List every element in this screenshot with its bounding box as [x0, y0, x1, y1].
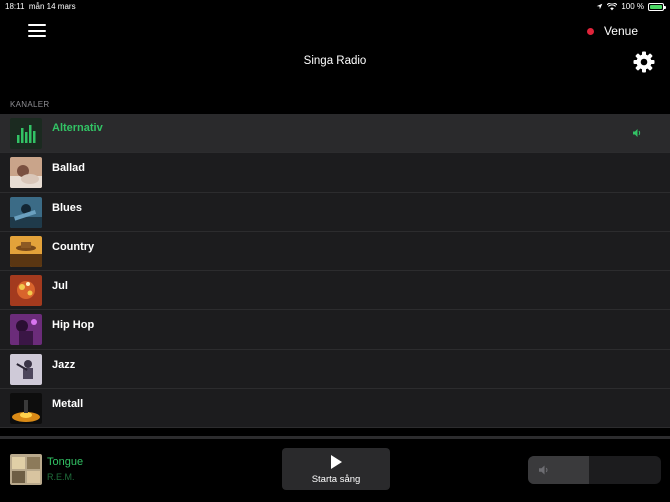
volume-icon [539, 465, 548, 475]
channel-row-metall[interactable]: Metall [0, 389, 670, 429]
venue-selector[interactable]: Venue [586, 24, 638, 38]
player-divider [0, 436, 670, 439]
channel-label: Ballad [52, 162, 86, 175]
channel-label: Jul [52, 280, 68, 293]
channel-thumbnail [10, 235, 42, 267]
menu-button[interactable] [28, 24, 46, 37]
channel-thumbnail [10, 118, 42, 149]
channel-thumbnail [10, 314, 42, 346]
location-icon [597, 3, 603, 10]
channel-list: Alternativ Ballad Blues Country Jul Hip … [0, 114, 670, 429]
status-bar: 18:11 mån 14 mars 100 % [0, 0, 670, 14]
channel-label: Country [52, 240, 95, 253]
now-playing-artist: R.E.M. [47, 472, 75, 482]
channel-row-country[interactable]: Country [0, 231, 670, 272]
venue-status-dot [586, 27, 594, 35]
channel-row-alternativ[interactable]: Alternativ [0, 114, 670, 154]
channel-thumbnail [10, 157, 42, 189]
channel-label: Jazz [52, 358, 76, 371]
channel-row-hip-hop[interactable]: Hip Hop [0, 310, 670, 350]
battery-percent: 100 % [621, 2, 644, 11]
menu-icon-bar [28, 29, 46, 32]
play-icon [331, 455, 342, 469]
battery-fill [650, 4, 662, 9]
page-title: Singa Radio [303, 55, 367, 67]
gear-icon[interactable] [632, 50, 656, 74]
menu-icon-bar [28, 35, 46, 37]
channel-label: Alternativ [52, 122, 103, 134]
venue-label: Venue [603, 24, 638, 38]
now-playing-title: Tongue [47, 456, 84, 468]
channel-thumbnail [10, 353, 42, 385]
channel-row-ballad[interactable]: Ballad [0, 153, 670, 193]
play-button[interactable]: Starta sång [282, 448, 390, 490]
wifi-icon [607, 2, 618, 10]
status-date: mån 14 mars [28, 2, 76, 11]
channel-row-blues[interactable]: Blues [0, 192, 670, 232]
volume-slider[interactable] [528, 456, 661, 484]
menu-icon-bar [28, 24, 46, 26]
channel-label: Blues [52, 201, 82, 214]
speaker-playing-icon [633, 129, 641, 137]
status-time: 18:11 mån 14 mars [5, 2, 76, 11]
channel-label: Hip Hop [52, 319, 95, 332]
battery-icon [648, 2, 666, 11]
channel-thumbnail [10, 393, 42, 425]
channel-label: Metall [52, 398, 84, 411]
channel-row-jazz[interactable]: Jazz [0, 349, 670, 390]
channel-thumbnail [10, 275, 42, 307]
channel-row-jul[interactable]: Jul [0, 271, 670, 311]
channel-thumbnail [10, 196, 42, 228]
section-label-channels: KANALER [10, 100, 50, 109]
play-button-label: Starta sång [311, 474, 361, 485]
now-playing-artwork [10, 454, 42, 485]
